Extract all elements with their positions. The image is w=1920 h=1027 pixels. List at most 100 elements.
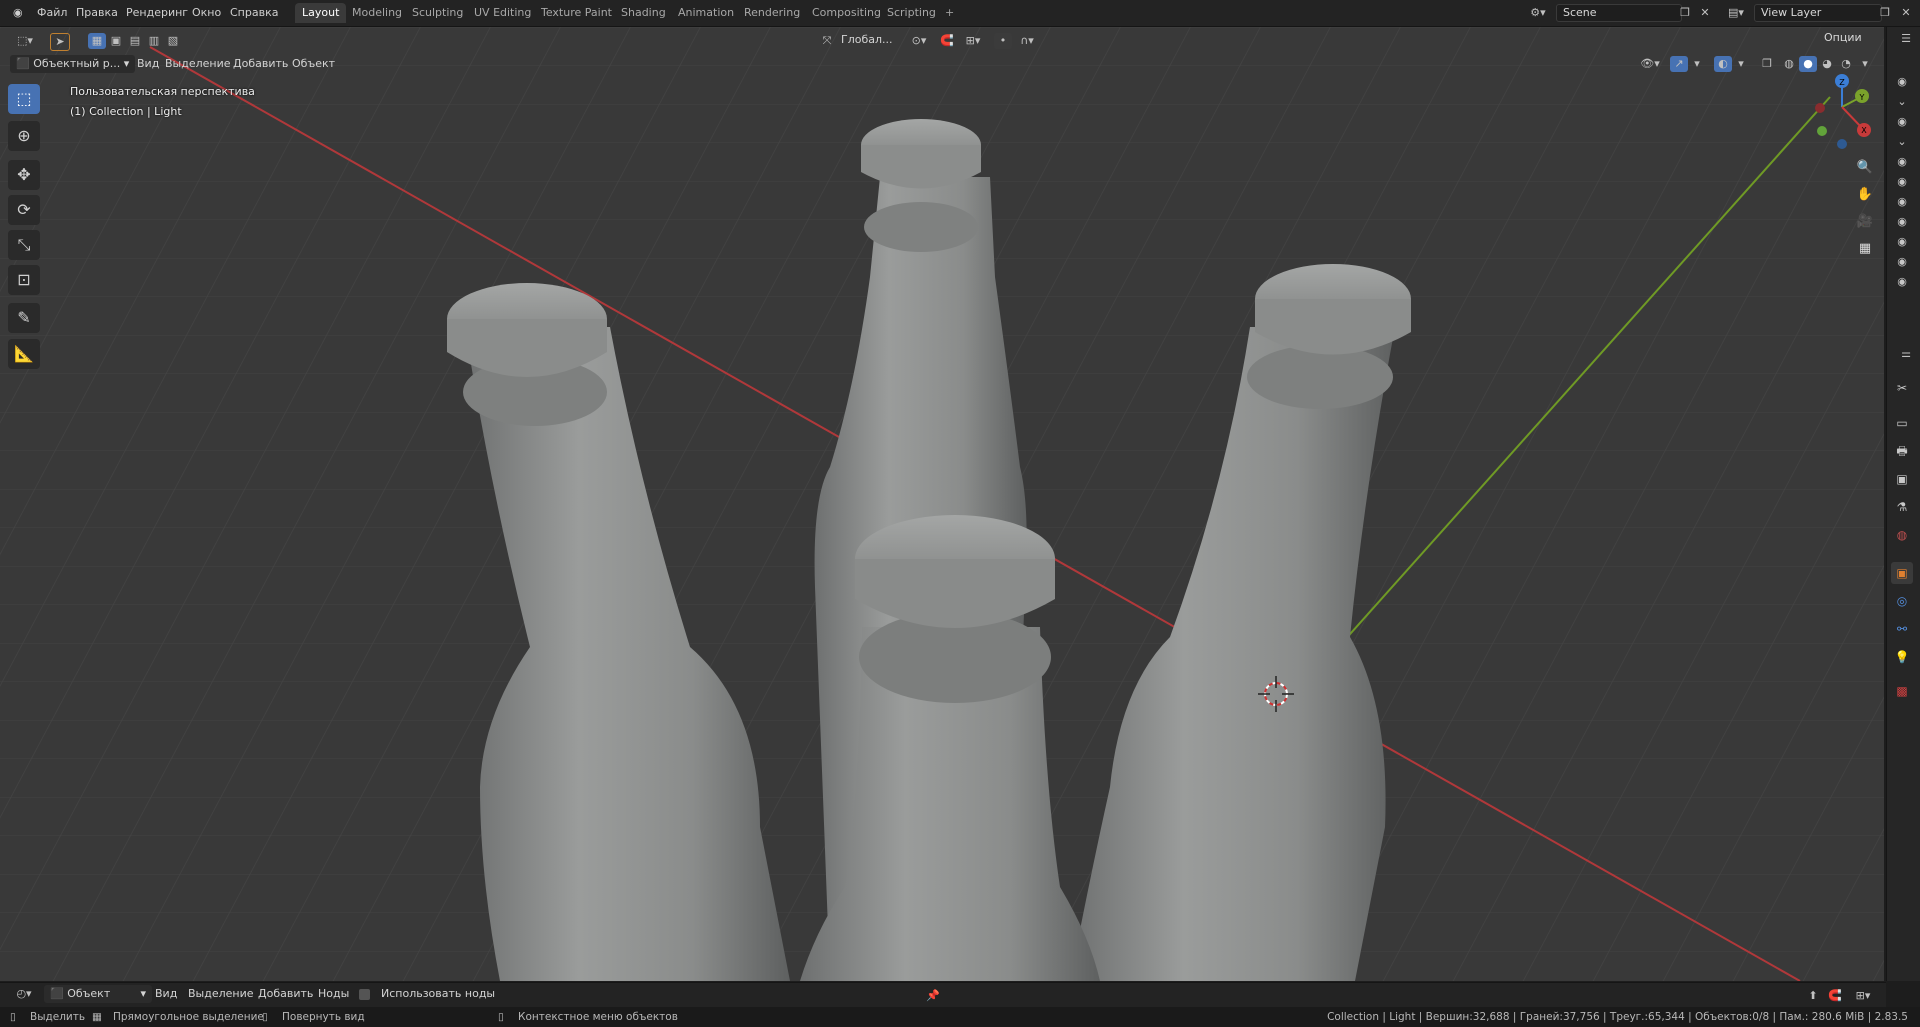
delete-scene-icon[interactable]: ✕ <box>1696 5 1714 21</box>
menu-edit[interactable]: Правка <box>71 5 123 21</box>
editor-type-icon[interactable]: ⬚▾ <box>12 33 38 49</box>
node-menu-view[interactable]: Вид <box>150 985 182 1003</box>
measure-tool[interactable]: 📐 <box>8 339 40 369</box>
texture-properties-tab-icon[interactable]: ▩ <box>1891 680 1913 702</box>
light-data-tab-icon[interactable]: 💡 <box>1891 646 1913 668</box>
physics-properties-tab-icon[interactable]: ◎ <box>1891 590 1913 612</box>
rotate-tool[interactable]: ⟳ <box>8 195 40 225</box>
new-scene-icon[interactable]: ❐ <box>1676 5 1694 21</box>
interaction-mode-dropdown[interactable]: ⬛ Объектный р... ▾ <box>10 55 136 73</box>
options-dropdown[interactable]: Опции <box>1818 30 1878 46</box>
tab-sculpting[interactable]: Sculpting <box>405 3 470 23</box>
shading-dropdown-icon[interactable]: ▾ <box>1856 56 1874 72</box>
collapse-chevron-icon[interactable]: ⌄ <box>1894 135 1910 149</box>
menu-window[interactable]: Окно <box>187 5 226 21</box>
outliner-editor-icon[interactable]: ☰ <box>1897 31 1915 47</box>
select-mode-invert-icon[interactable]: ▥ <box>145 33 163 49</box>
rendered-shading-icon[interactable]: ◔ <box>1837 56 1855 72</box>
new-view-layer-icon[interactable]: ❐ <box>1876 5 1894 21</box>
xray-toggle-icon[interactable]: ❐ <box>1758 56 1776 72</box>
solid-shading-icon[interactable]: ● <box>1799 56 1817 72</box>
tab-compositing[interactable]: Compositing <box>805 3 888 23</box>
select-mode-extend-icon[interactable]: ▣ <box>107 33 125 49</box>
bottom-editor-type-icon[interactable]: ◴▾ <box>10 986 38 1002</box>
view-layer-selector-icon[interactable]: ▤▾ <box>1722 5 1750 21</box>
viewport-menu-add[interactable]: Добавить <box>228 55 293 73</box>
visibility-filter-icon[interactable]: 👁▾ <box>1636 56 1664 72</box>
annotate-tool[interactable]: ✎ <box>8 303 40 333</box>
node-menu-add[interactable]: Добавить <box>253 985 318 1003</box>
viewport-menu-object[interactable]: Объект <box>287 55 340 73</box>
pivot-point-icon[interactable]: ⊙▾ <box>905 33 933 49</box>
zoom-icon[interactable]: 🔍 <box>1854 157 1876 179</box>
visibility-eye-icon[interactable]: ◉ <box>1894 235 1910 249</box>
snap-toggle-icon[interactable]: 🧲 <box>938 33 956 49</box>
select-mode-new-icon[interactable]: ▦ <box>88 33 106 49</box>
gizmo-dropdown-icon[interactable]: ▾ <box>1688 56 1706 72</box>
constraints-properties-tab-icon[interactable]: ⚯ <box>1891 618 1913 640</box>
visibility-eye-icon[interactable]: ◉ <box>1894 275 1910 289</box>
overlays-toggle-icon[interactable]: ◐ <box>1714 56 1732 72</box>
visibility-eye-icon[interactable]: ◉ <box>1894 155 1910 169</box>
snap-node-mode-icon[interactable]: ⊞▾ <box>1848 988 1878 1004</box>
tab-layout[interactable]: Layout <box>295 3 347 23</box>
tab-animation[interactable]: Animation <box>671 3 741 23</box>
transform-tool[interactable]: ⊡ <box>8 265 40 295</box>
visibility-eye-icon[interactable]: ◉ <box>1894 75 1910 89</box>
blender-logo-icon[interactable]: ◉ <box>8 5 28 21</box>
visibility-eye-icon[interactable]: ◉ <box>1894 255 1910 269</box>
material-preview-icon[interactable]: ◕ <box>1818 56 1836 72</box>
delete-view-layer-icon[interactable]: ✕ <box>1897 5 1915 21</box>
scene-selector-icon[interactable]: ⚙▾ <box>1524 5 1552 21</box>
tab-scripting[interactable]: Scripting <box>880 3 943 23</box>
pan-hand-icon[interactable]: ✋ <box>1854 184 1876 206</box>
overlays-dropdown-icon[interactable]: ▾ <box>1732 56 1750 72</box>
properties-editor-icon[interactable]: ⚌ <box>1897 346 1915 362</box>
view-layer-field[interactable]: View Layer <box>1754 4 1882 22</box>
object-properties-tab-icon[interactable]: ▣ <box>1891 562 1913 584</box>
tab-texture-paint[interactable]: Texture Paint <box>534 3 619 23</box>
wireframe-shading-icon[interactable]: ◍ <box>1780 56 1798 72</box>
falloff-curve-icon[interactable]: ∩▾ <box>1014 33 1040 49</box>
visibility-eye-icon[interactable]: ◉ <box>1894 195 1910 209</box>
select-box-tool[interactable]: ⬚ <box>8 84 40 114</box>
orientation-dropdown[interactable]: Глобал... <box>836 31 898 49</box>
move-tool[interactable]: ✥ <box>8 160 40 190</box>
visibility-eye-icon[interactable]: ◉ <box>1894 115 1910 129</box>
menu-render[interactable]: Рендеринг <box>121 5 193 21</box>
tab-rendering[interactable]: Rendering <box>737 3 807 23</box>
add-workspace-button[interactable]: + <box>938 3 961 23</box>
render-properties-tab-icon[interactable]: ▭ <box>1891 412 1913 434</box>
visibility-eye-icon[interactable]: ◉ <box>1894 175 1910 189</box>
select-mode-intersect-icon[interactable]: ▧ <box>164 33 182 49</box>
menu-help[interactable]: Справка <box>225 5 283 21</box>
collapse-chevron-icon[interactable]: ⌄ <box>1894 95 1910 109</box>
select-mode-subtract-icon[interactable]: ▤ <box>126 33 144 49</box>
world-properties-tab-icon[interactable]: ◍ <box>1891 524 1913 546</box>
snap-target-icon[interactable]: ⊞▾ <box>958 33 988 49</box>
node-menu-nodes[interactable]: Ноды <box>313 985 354 1003</box>
proportional-edit-icon[interactable]: • <box>994 33 1012 49</box>
viewport-menu-select[interactable]: Выделение <box>160 55 236 73</box>
view-layer-properties-tab-icon[interactable]: ▣ <box>1891 468 1913 490</box>
node-tree-type-dropdown[interactable]: ⬛ Объект ▾ <box>44 985 152 1003</box>
scene-name-field[interactable]: Scene <box>1556 4 1682 22</box>
output-properties-tab-icon[interactable]: 🖶 <box>1891 440 1913 462</box>
snap-node-icon[interactable]: 🧲 <box>1826 988 1844 1004</box>
use-nodes-checkbox[interactable] <box>359 989 370 1000</box>
parent-node-icon[interactable]: ⬆ <box>1804 988 1822 1004</box>
perspective-toggle-icon[interactable]: ▦ <box>1854 238 1876 260</box>
scale-tool[interactable]: ⤡ <box>8 230 40 260</box>
3d-viewport[interactable]: Z Y X <box>0 27 1884 981</box>
tab-uv-editing[interactable]: UV Editing <box>467 3 538 23</box>
tab-modeling[interactable]: Modeling <box>345 3 409 23</box>
select-tool-icon[interactable]: ➤ <box>50 33 70 51</box>
menu-file[interactable]: Файл <box>32 5 72 21</box>
scene-properties-tab-icon[interactable]: ⚗ <box>1891 496 1913 518</box>
node-menu-select[interactable]: Выделение <box>183 985 259 1003</box>
transform-orientation-icon[interactable]: ⤧ <box>818 33 836 49</box>
gizmo-toggle-icon[interactable]: ↗ <box>1670 56 1688 72</box>
tab-shading[interactable]: Shading <box>614 3 673 23</box>
camera-view-icon[interactable]: 🎥 <box>1854 211 1876 233</box>
pin-icon[interactable]: 📌 <box>924 988 942 1004</box>
